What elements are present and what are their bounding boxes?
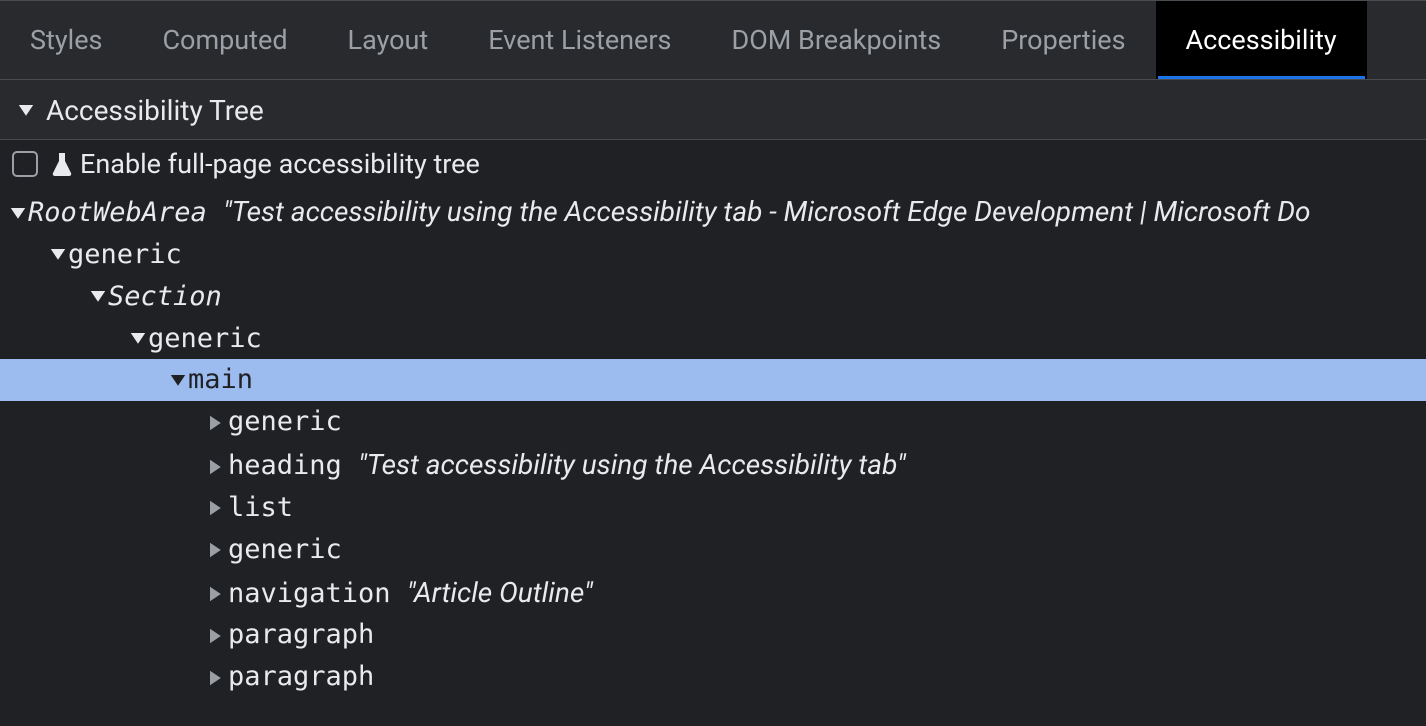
flask-icon (50, 151, 74, 177)
chevron-right-icon[interactable] (210, 500, 228, 516)
tree-node-section[interactable]: Section (0, 276, 1426, 318)
chevron-right-icon[interactable] (210, 586, 228, 602)
tree-node-generic[interactable]: generic (0, 234, 1426, 276)
tab-styles[interactable]: Styles (0, 1, 132, 79)
tree-node-paragraph[interactable]: paragraph (0, 614, 1426, 656)
enable-full-page-tree-label: Enable full-page accessibility tree (80, 148, 480, 180)
chevron-down-icon[interactable] (130, 333, 148, 345)
tab-properties[interactable]: Properties (971, 1, 1155, 79)
tab-dom-breakpoints[interactable]: DOM Breakpoints (701, 1, 971, 79)
tree-role: generic (148, 323, 262, 354)
tree-role: main (188, 364, 253, 395)
tree-node-paragraph[interactable]: paragraph (0, 656, 1426, 698)
accessibility-tree-section-header[interactable]: Accessibility Tree (0, 80, 1426, 140)
devtools-tabs: StylesComputedLayoutEvent ListenersDOM B… (0, 0, 1426, 80)
tree-label: "Test accessibility using the Accessibil… (223, 195, 1310, 228)
tree-role: generic (228, 534, 342, 565)
tree-node-navigation[interactable]: navigation "Article Outline" (0, 571, 1426, 615)
chevron-right-icon[interactable] (210, 415, 228, 431)
tree-node-heading[interactable]: heading "Test accessibility using the Ac… (0, 443, 1426, 487)
section-title: Accessibility Tree (46, 94, 264, 127)
tree-role: generic (228, 406, 342, 437)
tree-node-main[interactable]: main (0, 359, 1426, 401)
chevron-down-icon[interactable] (170, 375, 188, 387)
tree-role: paragraph (228, 619, 374, 650)
chevron-down-icon[interactable] (10, 208, 28, 220)
chevron-right-icon[interactable] (210, 628, 228, 644)
tree-role: paragraph (228, 661, 374, 692)
chevron-down-icon[interactable] (90, 291, 108, 303)
tree-node-rootwebarea[interactable]: RootWebArea "Test accessibility using th… (0, 190, 1426, 234)
tree-role: navigation (228, 578, 391, 609)
tree-role: Section (108, 281, 222, 312)
tree-role: heading (228, 450, 342, 481)
tree-label: "Article Outline" (407, 576, 593, 609)
tab-accessibility[interactable]: Accessibility (1156, 1, 1367, 79)
tab-computed[interactable]: Computed (132, 1, 317, 79)
chevron-right-icon[interactable] (210, 670, 228, 686)
chevron-right-icon[interactable] (210, 542, 228, 558)
tree-node-generic[interactable]: generic (0, 401, 1426, 443)
tree-label: "Test accessibility using the Accessibil… (358, 448, 906, 481)
enable-full-page-tree-row[interactable]: Enable full-page accessibility tree (0, 140, 1426, 190)
tree-node-list[interactable]: list (0, 487, 1426, 529)
tree-role: generic (68, 239, 182, 270)
tab-layout[interactable]: Layout (318, 1, 459, 79)
tree-role: list (228, 492, 293, 523)
tree-role: RootWebArea (28, 197, 207, 228)
chevron-down-icon[interactable] (50, 249, 68, 261)
tab-event-listeners[interactable]: Event Listeners (458, 1, 701, 79)
chevron-right-icon[interactable] (210, 459, 228, 475)
tree-node-generic[interactable]: generic (0, 529, 1426, 571)
tree-node-generic[interactable]: generic (0, 318, 1426, 360)
chevron-down-icon (18, 105, 36, 117)
enable-full-page-tree-checkbox[interactable] (12, 151, 38, 177)
accessibility-tree: RootWebArea "Test accessibility using th… (0, 190, 1426, 698)
